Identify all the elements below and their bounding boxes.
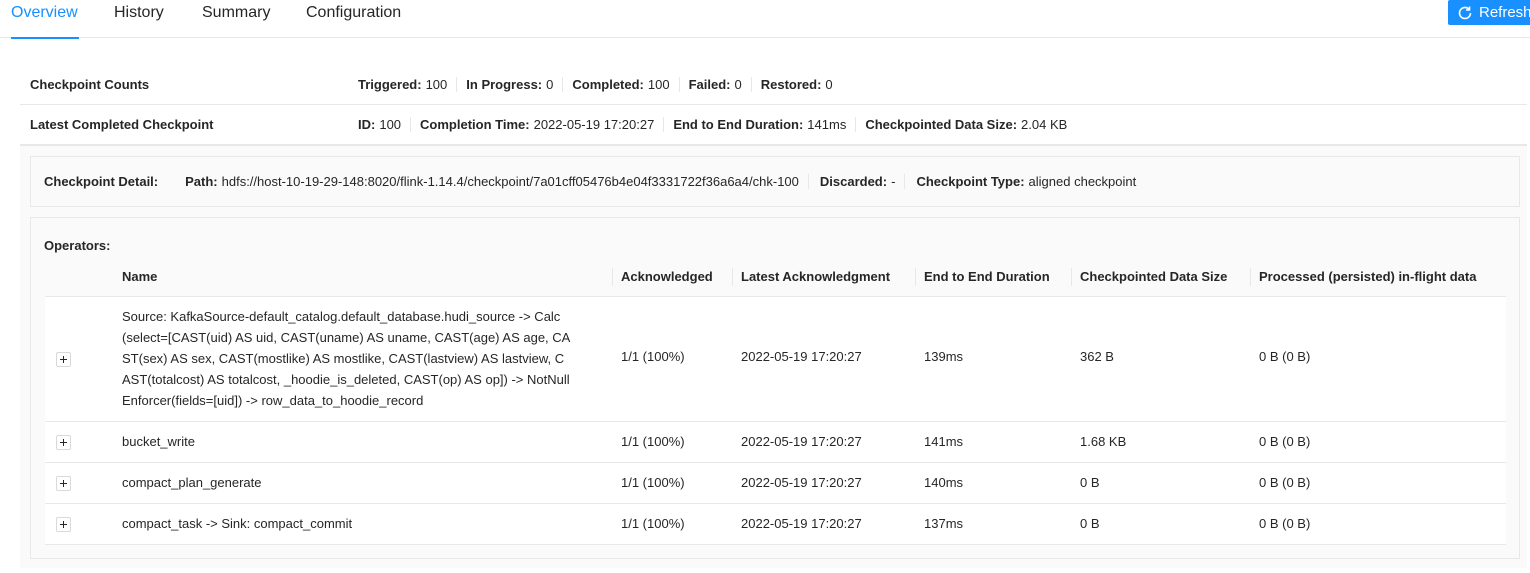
e2e-duration-value: 141ms [807,117,847,132]
triggered-label: Triggered: [358,77,422,92]
restored-label: Restored: [760,77,822,92]
latest-checkpoint-values: ID: 100 Completion Time: 2022-05-19 17:20:… [358,117,1076,132]
acknowledged-cell: 1/1 (100%) [621,475,685,490]
latest-id: ID: 100 [358,117,410,132]
path-label: Path: [185,174,218,189]
latest-ack-cell: 2022-05-19 17:20:27 [741,434,862,449]
refresh-button[interactable]: Refresh [1448,0,1530,25]
refresh-icon [1458,6,1472,19]
latest-checkpoint-label: Latest Completed Checkpoint [30,117,214,132]
operators-table: Name Acknowledged Latest Acknowledgment … [45,256,1506,545]
type-label: Checkpoint Type: [916,174,1025,189]
completed-label: Completed: [572,77,644,92]
column-header-latest-ack: Latest Acknowledgment [731,256,890,297]
restored-count: Restored: 0 [750,77,842,92]
in-progress-value: 0 [546,77,554,92]
latest-checkpoint-row: Latest Completed Checkpoint ID: 100 Compl… [20,105,1527,145]
checkpoint-counts-label: Checkpoint Counts [30,77,150,92]
latest-data-size: Checkpointed Data Size: 2.04 KB [855,117,1076,132]
restored-value: 0 [825,77,833,92]
latest-ack-cell: 2022-05-19 17:20:27 [741,475,862,490]
operator-name: bucket_write [122,434,195,449]
column-header-e2e-duration: End to End Duration [915,256,1050,297]
discarded-label: Discarded: [819,174,888,189]
expand-row-button[interactable] [56,352,71,367]
acknowledged-cell: 1/1 (100%) [621,349,685,364]
tab-history[interactable]: History [114,4,164,38]
id-label: ID: [358,117,376,132]
checkpoint-type: Checkpoint Type: aligned checkpoint [904,174,1145,189]
inflight-data-cell: 0 B (0 B) [1259,434,1311,449]
failed-label: Failed: [688,77,731,92]
data-size-cell: 362 B [1080,349,1114,364]
data-size-cell: 1.68 KB [1080,434,1127,449]
tab-bar: Overview History Summary Configuration [0,0,1530,39]
operator-name: Source: KafkaSource-default_catalog.defa… [122,309,571,408]
data-size-value: 2.04 KB [1021,117,1068,132]
checkpoint-discarded: Discarded: - [807,174,905,189]
tab-summary[interactable]: Summary [202,4,270,38]
table-row: compact_task -> Sink: compact_commit 1/1… [45,504,1506,545]
completed-count: Completed: 100 [562,77,678,92]
checkpoint-counts-row: Checkpoint Counts Triggered: 100 In Progr… [20,65,1527,105]
type-value: aligned checkpoint [1028,174,1137,189]
e2e-duration-cell: 139ms [924,349,964,364]
latest-completion-time: Completion Time: 2022-05-19 17:20:27 [410,117,663,132]
checkpoint-path: Path: hdfs://host-10-19-29-148:8020/flink… [185,174,808,189]
checkpoint-detail: Checkpoint Detail: Path: hdfs://host-10-1… [30,156,1520,207]
column-header-inflight-data: Processed (persisted) in-flight data [1249,256,1476,297]
data-size-cell: 0 B [1080,516,1100,531]
inflight-data-cell: 0 B (0 B) [1259,349,1311,364]
inflight-data-cell: 0 B (0 B) [1259,475,1311,490]
data-size-label: Checkpointed Data Size: [865,117,1018,132]
table-header: Name Acknowledged Latest Acknowledgment … [45,256,1506,297]
column-header-name: Name [122,269,158,284]
e2e-duration-cell: 140ms [924,475,964,490]
triggered-count: Triggered: 100 [358,77,456,92]
inflight-data-cell: 0 B (0 B) [1259,516,1311,531]
expand-row-button[interactable] [56,476,71,491]
checkpoint-detail-label: Checkpoint Detail: [44,174,159,189]
operator-name: compact_task -> Sink: compact_commit [122,516,353,531]
data-size-cell: 0 B [1080,475,1100,490]
failed-value: 0 [734,77,742,92]
checkpoint-detail-panel: Checkpoint Detail: Path: hdfs://host-10-1… [20,145,1527,568]
column-header-data-size: Checkpointed Data Size [1070,256,1227,297]
path-value: hdfs://host-10-19-29-148:8020/flink-1.14… [221,174,799,189]
failed-count: Failed: 0 [678,77,751,92]
e2e-duration-cell: 141ms [924,434,964,449]
completion-time-value: 2022-05-19 17:20:27 [533,117,655,132]
table-row: Source: KafkaSource-default_catalog.defa… [45,297,1506,422]
expand-row-button[interactable] [56,435,71,450]
in-progress-label: In Progress: [466,77,543,92]
refresh-label: Refresh [1479,4,1530,21]
table-row: bucket_write 1/1 (100%) 2022-05-19 17:20… [45,422,1506,463]
column-header-acknowledged: Acknowledged [612,256,713,297]
discarded-value: - [891,174,896,189]
tab-overview[interactable]: Overview [11,4,79,39]
e2e-duration-label: End to End Duration: [673,117,804,132]
completed-value: 100 [647,77,670,92]
operators-panel: Operators: Name Acknowledged Latest Ackn… [30,217,1520,559]
operator-name: compact_plan_generate [122,475,262,490]
operators-title: Operators: [44,238,111,253]
acknowledged-cell: 1/1 (100%) [621,516,685,531]
latest-ack-cell: 2022-05-19 17:20:27 [741,516,862,531]
completion-time-label: Completion Time: [420,117,530,132]
latest-e2e-duration: End to End Duration: 141ms [663,117,855,132]
tab-configuration[interactable]: Configuration [306,4,401,38]
expand-row-button[interactable] [56,517,71,532]
triggered-value: 100 [425,77,448,92]
checkpoint-counts-values: Triggered: 100 In Progress: 0 Completed: 10… [358,77,842,92]
e2e-duration-cell: 137ms [924,516,964,531]
latest-ack-cell: 2022-05-19 17:20:27 [741,349,862,364]
table-row: compact_plan_generate 1/1 (100%) 2022-05… [45,463,1506,504]
in-progress-count: In Progress: 0 [456,77,562,92]
id-value: 100 [379,117,402,132]
acknowledged-cell: 1/1 (100%) [621,434,685,449]
